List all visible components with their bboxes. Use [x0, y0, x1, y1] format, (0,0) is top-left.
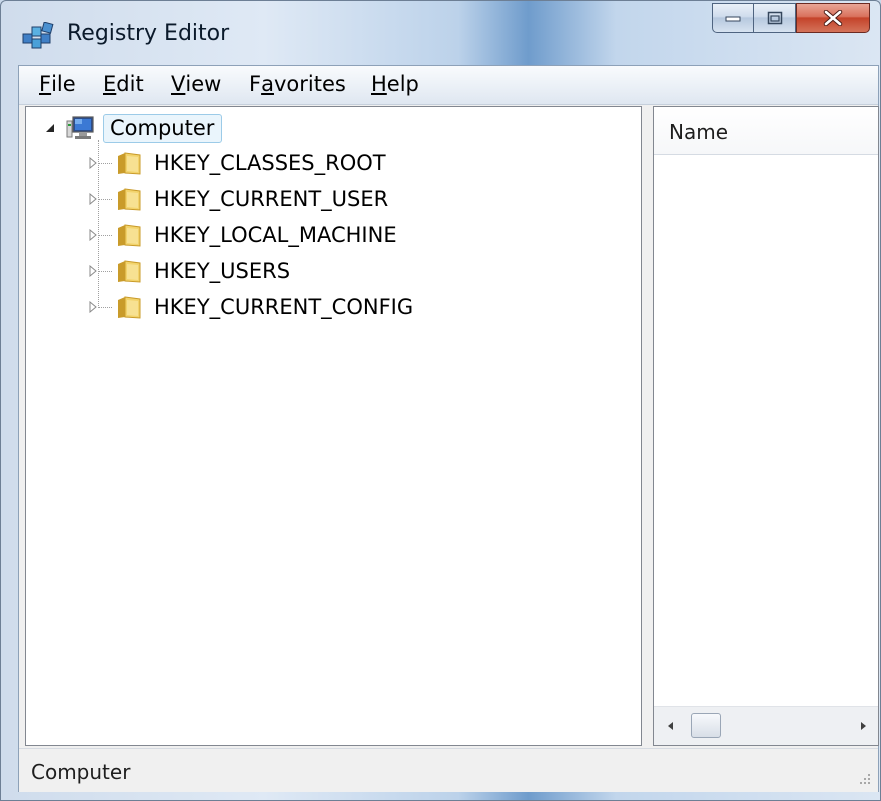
- registry-editor-icon: [22, 22, 54, 49]
- tree-item-label: HKEY_LOCAL_MACHINE: [154, 223, 397, 247]
- tree-item-hkey-current-user[interactable]: HKEY_CURRENT_USER: [88, 183, 388, 215]
- values-list-pane[interactable]: Name: [653, 106, 879, 746]
- tree-item-hkey-classes-root[interactable]: HKEY_CLASSES_ROOT: [88, 147, 386, 179]
- registry-editor-window: Registry Editor File Edit View Favorites…: [0, 0, 881, 801]
- expand-arrow-icon[interactable]: [88, 301, 98, 313]
- status-text: Computer: [31, 760, 131, 784]
- computer-icon: [66, 116, 94, 139]
- status-bar: Computer: [19, 748, 878, 792]
- tree-item-label: HKEY_CURRENT_CONFIG: [154, 295, 414, 319]
- menu-bar: File Edit View Favorites Help: [19, 66, 878, 105]
- tree-item-hkey-local-machine[interactable]: HKEY_LOCAL_MACHINE: [88, 219, 397, 251]
- menu-help[interactable]: Help: [371, 72, 419, 96]
- minimize-icon: [725, 16, 741, 22]
- menu-file-accel: F: [39, 72, 52, 96]
- column-header-name[interactable]: Name: [654, 107, 878, 155]
- menu-view-label: iew: [185, 72, 222, 96]
- scroll-right-icon[interactable]: [856, 719, 870, 733]
- expand-arrow-icon[interactable]: [88, 229, 98, 241]
- menu-favorites-pre: F: [249, 72, 262, 96]
- menu-edit-label: dit: [116, 72, 144, 96]
- horizontal-scrollbar[interactable]: [654, 706, 878, 745]
- window-title: Registry Editor: [67, 21, 230, 46]
- title-bar[interactable]: Registry Editor: [1, 1, 880, 65]
- menu-favorites[interactable]: Favorites: [249, 72, 346, 96]
- expand-arrow-icon[interactable]: [88, 193, 98, 205]
- tree-item-label: HKEY_USERS: [154, 259, 291, 283]
- scrollbar-thumb[interactable]: [691, 713, 721, 738]
- minimize-button[interactable]: [712, 3, 754, 33]
- column-header-label: Name: [669, 120, 729, 144]
- maximize-icon: [767, 11, 782, 25]
- close-icon: [823, 10, 843, 26]
- menu-help-accel: H: [371, 72, 387, 96]
- expand-arrow-icon[interactable]: [88, 157, 98, 169]
- tree-item-label: HKEY_CLASSES_ROOT: [154, 151, 386, 175]
- tree-root-label: Computer: [103, 113, 223, 143]
- caption-buttons: [712, 3, 870, 33]
- menu-help-label: elp: [386, 72, 419, 96]
- menu-view[interactable]: View: [171, 72, 221, 96]
- tree-item-hkey-users[interactable]: HKEY_USERS: [88, 255, 290, 287]
- folder-icon: [118, 260, 141, 283]
- tree-item-hkey-current-config[interactable]: HKEY_CURRENT_CONFIG: [88, 291, 413, 323]
- tree-root-computer[interactable]: Computer: [44, 112, 223, 144]
- expand-arrow-icon[interactable]: [88, 265, 98, 277]
- menu-view-accel: V: [171, 72, 186, 96]
- folder-icon: [118, 188, 141, 211]
- client-area: File Edit View Favorites Help Computer H…: [18, 65, 879, 792]
- folder-icon: [118, 152, 141, 175]
- tree-item-label: HKEY_CURRENT_USER: [154, 187, 389, 211]
- menu-edit-accel: E: [103, 72, 117, 96]
- key-tree-pane[interactable]: Computer HKEY_CLASSES_ROOT HKEY_CURRENT_…: [25, 106, 642, 746]
- folder-icon: [118, 224, 141, 247]
- folder-icon: [118, 296, 141, 319]
- scroll-left-icon[interactable]: [664, 719, 678, 733]
- menu-file[interactable]: File: [39, 72, 76, 96]
- maximize-button[interactable]: [754, 3, 796, 33]
- menu-file-label: ile: [51, 72, 76, 96]
- close-button[interactable]: [796, 3, 870, 33]
- menu-favorites-accel: a: [261, 72, 274, 96]
- menu-edit[interactable]: Edit: [103, 72, 144, 96]
- collapse-arrow-icon[interactable]: [44, 122, 56, 134]
- menu-favorites-label: vorites: [273, 72, 346, 96]
- resize-grip-icon[interactable]: [858, 772, 872, 786]
